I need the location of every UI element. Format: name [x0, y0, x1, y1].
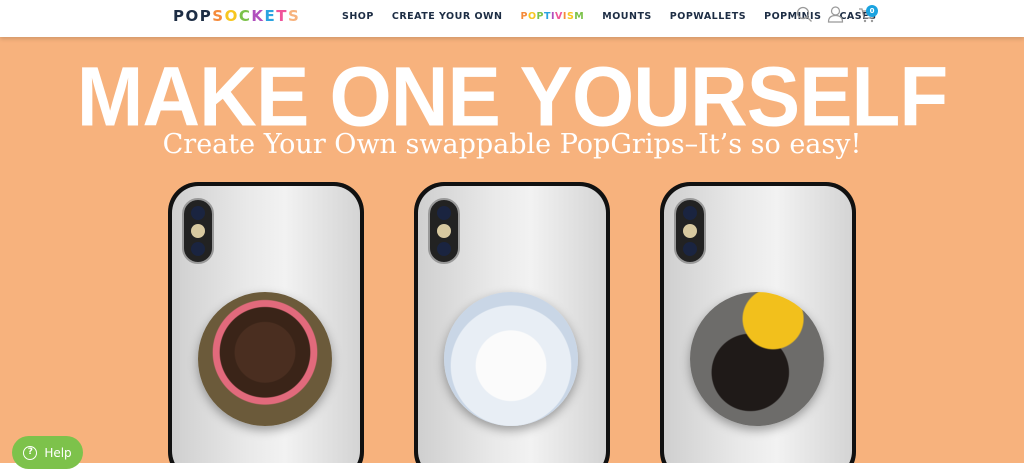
popgrip-labrador	[198, 292, 332, 426]
poptivism-letter: T	[544, 11, 551, 22]
logo-letter: S	[212, 7, 225, 25]
nav-create-your-own[interactable]: CREATE YOUR OWN	[392, 11, 503, 22]
camera-icon	[674, 198, 706, 264]
poptivism-letter: M	[574, 11, 585, 22]
popsockets-logo[interactable]: POPSOCKETS	[173, 7, 300, 25]
nav-mounts[interactable]: MOUNTS	[602, 11, 652, 22]
cart-count-badge: 0	[866, 5, 878, 17]
nav-shop[interactable]: SHOP	[342, 11, 374, 22]
logo-letter: O	[224, 7, 239, 25]
logo-letter: E	[264, 7, 277, 25]
phone-image-3	[660, 182, 856, 463]
logo-letter: K	[251, 7, 265, 25]
poptivism-letter: P	[536, 11, 544, 22]
popgrip-pug	[690, 292, 824, 426]
logo-letter: S	[287, 7, 301, 25]
nav-poptivism[interactable]: POPTIVISM	[520, 11, 584, 22]
poptivism-letter: O	[527, 11, 537, 22]
poptivism-letter: V	[555, 11, 563, 22]
site-header: POPSOCKETS SHOP CREATE YOUR OWN POPTIVIS…	[0, 0, 1024, 37]
help-icon: ?	[23, 445, 38, 460]
logo-letter: P	[199, 7, 213, 25]
logo-letter: C	[238, 7, 252, 25]
phone-image-2	[414, 182, 610, 463]
logo-letter: O	[185, 7, 200, 25]
logo-letter: T	[276, 7, 288, 25]
nav-popwallets[interactable]: POPWALLETS	[670, 11, 746, 22]
logo-letter: P	[173, 7, 186, 25]
camera-icon	[182, 198, 214, 264]
camera-icon	[428, 198, 460, 264]
account-icon[interactable]	[827, 6, 844, 23]
phone-image-1	[168, 182, 364, 463]
search-icon[interactable]	[796, 6, 813, 23]
help-label: Help	[44, 445, 72, 460]
hero-banner[interactable]: MAKE ONE YOURSELF Create Your Own swappa…	[0, 37, 1024, 463]
help-button[interactable]: ? Help	[12, 436, 83, 469]
header-icons	[796, 6, 876, 23]
hero-subtitle: Create Your Own swappable PopGrips–It’s …	[162, 129, 862, 160]
poptivism-letter: P	[520, 11, 528, 22]
popgrip-white-dog	[444, 292, 578, 426]
